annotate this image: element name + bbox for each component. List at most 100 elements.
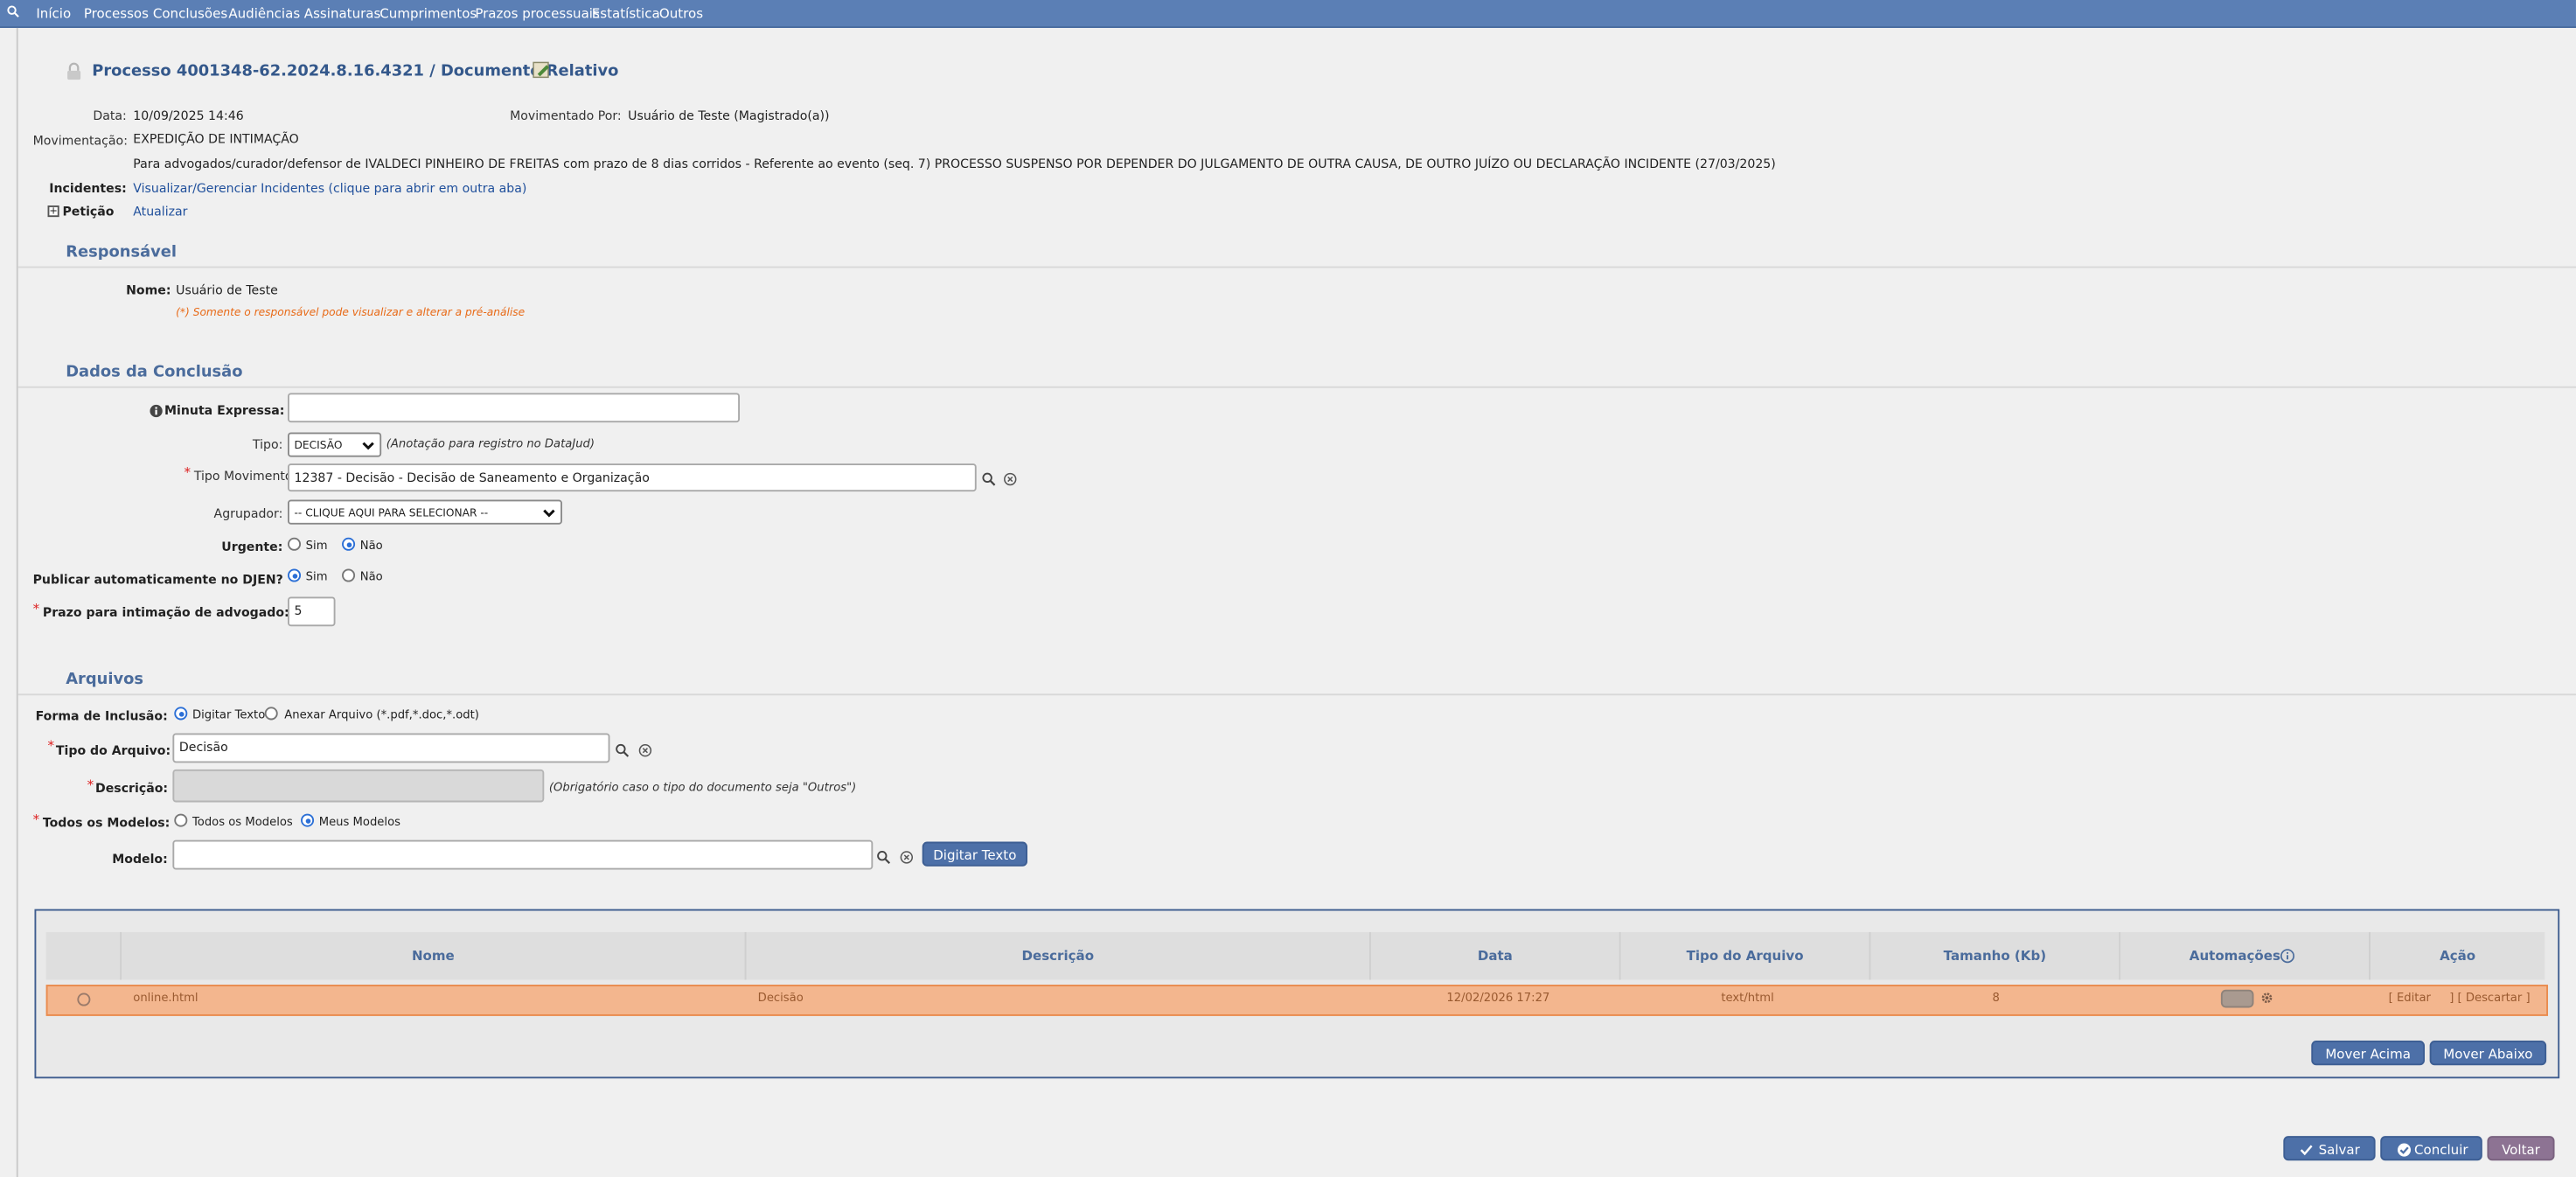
- info-icon[interactable]: [150, 404, 163, 418]
- chevron-down-icon: [362, 442, 374, 450]
- row-tipo: text/html: [1721, 991, 1774, 1005]
- tipo-select-value: DECISÃO: [294, 438, 343, 452]
- row-select-radio[interactable]: [77, 992, 91, 1006]
- modelo-label: Modelo:: [112, 851, 168, 867]
- digitar-texto-radio[interactable]: [174, 707, 188, 721]
- responsavel-section-title: Responsável: [66, 243, 178, 261]
- column-header-nome[interactable]: Nome: [122, 931, 747, 980]
- column-header-acao: Ação: [2370, 931, 2545, 980]
- required-marker: *: [32, 602, 40, 616]
- incidentes-link[interactable]: Visualizar/Gerenciar Incidentes (clique …: [133, 181, 526, 196]
- movimentacao-value: EXPEDIÇÃO DE INTIMAÇÃO: [133, 131, 299, 147]
- gear-icon[interactable]: [2260, 992, 2273, 1005]
- arquivos-section-title: Arquivos: [66, 671, 144, 689]
- column-header-descricao[interactable]: Descrição: [746, 931, 1371, 980]
- todos-modelos-radio[interactable]: [174, 813, 188, 827]
- descricao-note: (Obrigatório caso o tipo do documento se…: [548, 781, 857, 795]
- row-editar-link[interactable]: [ Editar: [2389, 992, 2431, 1005]
- urgente-nao-label: Não: [359, 539, 383, 553]
- row-descricao: Decisão: [757, 991, 804, 1005]
- required-marker: *: [184, 465, 191, 480]
- conclusao-section-title: Dados da Conclusão: [66, 363, 243, 382]
- automation-toggle[interactable]: [2220, 989, 2254, 1008]
- row-data: 12/02/2026 17:27: [1446, 991, 1550, 1005]
- nav-estatistica[interactable]: Estatística: [592, 7, 660, 22]
- urgente-sim-label: Sim: [305, 539, 328, 553]
- check-icon: [2300, 1145, 2313, 1156]
- salvar-button[interactable]: Salvar: [2283, 1136, 2376, 1161]
- meus-modelos-radio[interactable]: [301, 813, 315, 827]
- required-marker: *: [47, 738, 55, 754]
- check-circle-icon: [2397, 1143, 2412, 1157]
- search-icon[interactable]: [981, 472, 996, 487]
- clear-icon[interactable]: [899, 850, 914, 865]
- required-marker: *: [32, 811, 40, 827]
- digitar-texto-option: Digitar Texto: [191, 708, 266, 722]
- responsavel-hint: (*) Somente o responsável pode visualiza…: [176, 305, 526, 319]
- salvar-label: Salvar: [2318, 1142, 2360, 1158]
- djen-sim-label: Sim: [305, 570, 328, 584]
- clear-icon[interactable]: [1003, 472, 1018, 487]
- peticao-expand-toggle[interactable]: +: [47, 205, 59, 218]
- divider: [17, 386, 2576, 388]
- search-icon[interactable]: [7, 5, 20, 18]
- column-header-tipo-arquivo[interactable]: Tipo do Arquivo: [1620, 931, 1871, 980]
- nav-audiencias[interactable]: Audiências: [228, 7, 300, 22]
- prazo-input[interactable]: 5: [288, 596, 336, 627]
- voltar-button[interactable]: Voltar: [2487, 1136, 2555, 1161]
- tipo-movimento-input[interactable]: 12387 - Decisão - Decisão de Saneamento …: [288, 463, 977, 492]
- tipo-note: (Anotação para registro no DataJud): [386, 437, 595, 451]
- search-icon[interactable]: [615, 743, 630, 758]
- concluir-button[interactable]: Concluir: [2380, 1136, 2482, 1161]
- data-value: 10/09/2025 14:46: [133, 108, 244, 123]
- nome-label: Nome:: [126, 282, 171, 298]
- nav-prazos-processuais[interactable]: Prazos processuais: [475, 7, 599, 22]
- urgente-sim-radio[interactable]: [288, 537, 302, 551]
- tipo-select[interactable]: DECISÃO: [288, 432, 382, 457]
- row-descartar-link[interactable]: ] [ Descartar ]: [2449, 992, 2530, 1005]
- mover-acima-button[interactable]: Mover Acima: [2311, 1041, 2425, 1066]
- row-tamanho: 8: [1992, 991, 2000, 1005]
- anexar-arquivo-radio[interactable]: [264, 707, 278, 721]
- agrupador-select[interactable]: -- CLIQUE AQUI PARA SELECIONAR --: [288, 499, 562, 525]
- nav-cumprimentos[interactable]: Cumprimentos: [379, 7, 477, 22]
- prazo-label: Prazo para intimação de advogado:: [42, 604, 289, 620]
- digitar-texto-button[interactable]: Digitar Texto: [922, 841, 1027, 867]
- lock-icon: [67, 62, 81, 80]
- djen-nao-radio[interactable]: [342, 568, 356, 582]
- table-row[interactable]: [45, 985, 2549, 1016]
- divider: [17, 693, 2576, 696]
- edit-document-icon[interactable]: [533, 61, 551, 80]
- column-header-data[interactable]: Data: [1370, 931, 1621, 980]
- search-icon[interactable]: [876, 850, 891, 865]
- incidentes-label: Incidentes:: [49, 180, 127, 196]
- tipo-movimento-label: Tipo Movimento:: [193, 468, 297, 484]
- info-icon[interactable]: [2280, 949, 2295, 964]
- clear-icon[interactable]: [637, 743, 652, 758]
- descricao-label: Descrição:: [95, 781, 169, 796]
- urgente-nao-radio[interactable]: [342, 537, 356, 551]
- todos-modelos-label: Todos os Modelos:: [42, 815, 171, 831]
- chevron-down-icon: [543, 509, 555, 518]
- mover-abaixo-button[interactable]: Mover Abaixo: [2429, 1041, 2547, 1066]
- djen-sim-radio[interactable]: [288, 568, 302, 582]
- column-header-automacoes: Automações: [2120, 931, 2371, 980]
- row-nome[interactable]: online.html: [133, 992, 198, 1005]
- minuta-expressa-input[interactable]: [288, 393, 740, 423]
- data-label: Data:: [93, 108, 127, 123]
- tipo-arquivo-input[interactable]: Decisão: [172, 733, 610, 763]
- descricao-input: [172, 769, 545, 803]
- movimentado-por-label: Movimentado Por:: [510, 108, 622, 123]
- atualizar-link[interactable]: Atualizar: [133, 204, 187, 219]
- column-header-tamanho[interactable]: Tamanho (Kb): [1870, 931, 2121, 980]
- nav-assinaturas[interactable]: Assinaturas: [304, 7, 381, 22]
- tipo-arquivo-label: Tipo do Arquivo:: [55, 742, 171, 758]
- tipo-label: Tipo:: [252, 437, 283, 452]
- agrupador-select-value: -- CLIQUE AQUI PARA SELECIONAR --: [294, 506, 489, 520]
- nav-conclusoes[interactable]: Conclusões: [153, 7, 227, 22]
- nav-outros[interactable]: Outros: [659, 7, 703, 22]
- nav-processos[interactable]: Processos: [84, 7, 149, 22]
- forma-inclusao-label: Forma de Inclusão:: [35, 708, 168, 724]
- modelo-input[interactable]: [172, 839, 874, 870]
- nav-inicio[interactable]: Início: [36, 7, 71, 22]
